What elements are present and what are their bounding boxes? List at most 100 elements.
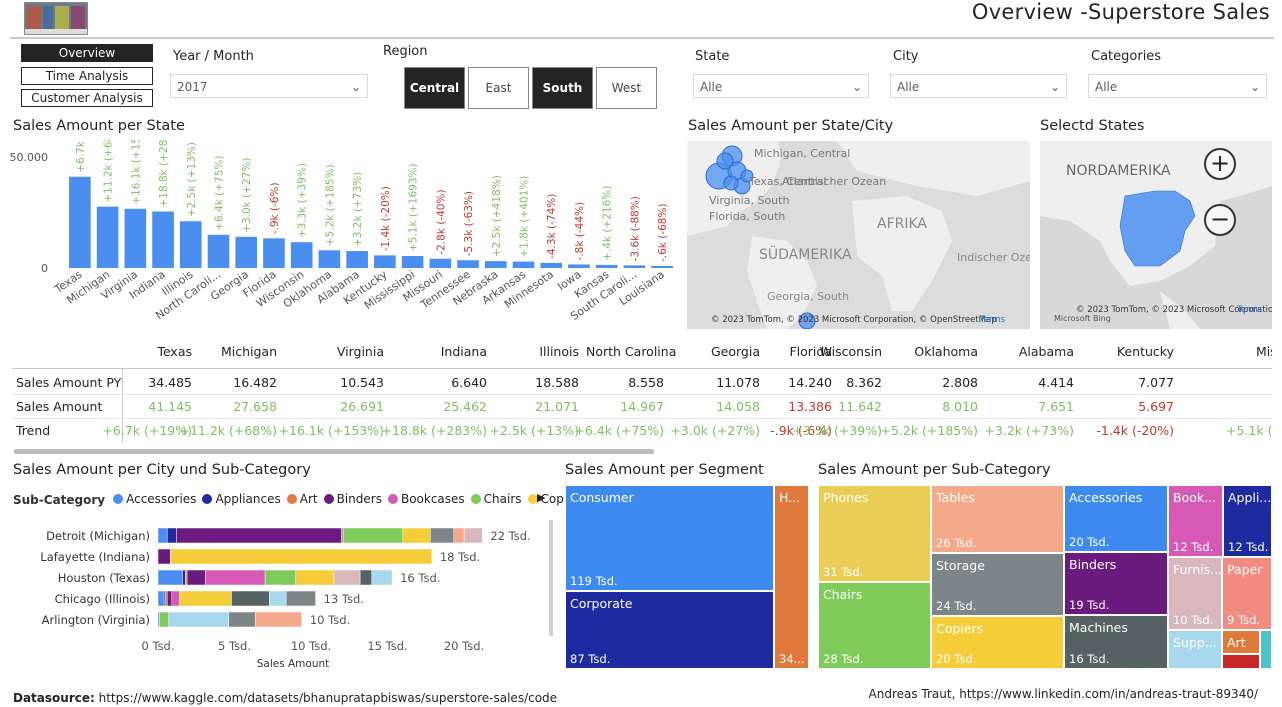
city-bar-segment[interactable]: [166, 527, 177, 544]
region-south-button[interactable]: South: [532, 67, 593, 109]
subcat-tile-chairs[interactable]: Chairs 28 Tsd.: [818, 582, 931, 669]
state-bar[interactable]: [374, 255, 396, 268]
city-bar-segment[interactable]: [453, 527, 465, 544]
city-bar-segment[interactable]: [157, 527, 168, 544]
city-bar-segment[interactable]: [463, 527, 483, 544]
zoom-out-icon[interactable]: −: [1204, 204, 1236, 236]
matrix-column-header[interactable]: Georgia: [682, 344, 760, 359]
state-bar[interactable]: [540, 262, 563, 268]
subcat-tile-paper[interactable]: Paper 9 Tsd.: [1222, 557, 1272, 630]
datasource-link[interactable]: https://www.kaggle.com/datasets/bhanupra…: [99, 691, 557, 705]
subcat-tile-copiers[interactable]: Copiers 20 Tsd.: [931, 616, 1064, 669]
subcat-tile-storage[interactable]: Storage 24 Tsd.: [931, 553, 1064, 616]
legend-next-arrow-icon[interactable]: ▶: [537, 491, 545, 504]
subcat-tile-envelopes[interactable]: [1260, 630, 1272, 669]
categories-dropdown[interactable]: Alle ⌄: [1088, 74, 1267, 98]
city-bar-segment[interactable]: [285, 590, 316, 607]
matrix-column-header[interactable]: Kentucky: [1096, 344, 1174, 359]
segment-tile-home-office[interactable]: H... 34...: [774, 485, 809, 669]
state-bar[interactable]: [69, 176, 91, 268]
state-bar[interactable]: [595, 264, 618, 268]
city-bar-segment[interactable]: [157, 590, 165, 607]
city-bar-segment[interactable]: [171, 590, 180, 607]
state-bar[interactable]: [651, 266, 673, 268]
state-bar[interactable]: [401, 256, 424, 268]
city-bar-segment[interactable]: [157, 548, 171, 565]
segment-tile-consumer[interactable]: Consumer 119 Tsd.: [565, 485, 774, 591]
subcat-tile-appliances[interactable]: Appli... 12 Tsd.: [1223, 485, 1272, 557]
city-bar-segment[interactable]: [166, 590, 173, 607]
legend-item[interactable]: Accessories: [113, 492, 196, 506]
state-bar[interactable]: [179, 221, 202, 268]
matrix-column-header[interactable]: Michigan: [199, 344, 277, 359]
city-bar-segment[interactable]: [168, 611, 229, 628]
nav-overview-button[interactable]: Overview: [21, 44, 153, 62]
legend-item[interactable]: Binders: [323, 492, 382, 506]
city-bar-segment[interactable]: [182, 569, 186, 586]
city-bar-segment[interactable]: [402, 527, 431, 544]
city-bar-segment[interactable]: [269, 590, 287, 607]
matrix-column-header[interactable]: Virginia: [306, 344, 384, 359]
state-bar[interactable]: [263, 238, 285, 268]
city-bar-segment[interactable]: [179, 590, 232, 607]
chart-scrollbar[interactable]: [549, 520, 553, 636]
state-bar[interactable]: [124, 208, 147, 268]
state-bar[interactable]: [152, 211, 174, 268]
state-bar[interactable]: [484, 261, 507, 268]
legend-item[interactable]: Art: [286, 492, 318, 506]
region-west-button[interactable]: West: [596, 67, 657, 109]
subcat-tile-tables[interactable]: Tables 26 Tsd.: [931, 485, 1064, 553]
city-bar-segment[interactable]: [295, 569, 335, 586]
city-bar-segment[interactable]: [186, 569, 206, 586]
city-bar-segment[interactable]: [371, 569, 393, 586]
state-bar[interactable]: [429, 258, 452, 268]
city-bar-segment[interactable]: [231, 590, 270, 607]
state-bar[interactable]: [346, 251, 368, 268]
state-bar[interactable]: [623, 265, 646, 268]
city-bar-segment[interactable]: [264, 569, 296, 586]
city-bar-segment[interactable]: [205, 569, 266, 586]
subcat-tile-bookcases[interactable]: Book... 12 Tsd.: [1168, 485, 1223, 557]
state-bar[interactable]: [290, 242, 313, 268]
state-bar[interactable]: [235, 236, 258, 268]
map2-terms-link[interactable]: Terms: [1236, 305, 1263, 315]
footer-author[interactable]: Andreas Traut, https://www.linkedin.com/…: [869, 687, 1258, 701]
legend-item[interactable]: Chairs: [470, 492, 522, 506]
state-bar[interactable]: [96, 206, 119, 268]
city-bar-segment[interactable]: [157, 569, 183, 586]
state-bar[interactable]: [568, 264, 590, 268]
city-dropdown[interactable]: Alle ⌄: [890, 74, 1067, 98]
city-bar-segment[interactable]: [342, 527, 404, 544]
city-bar-segment[interactable]: [176, 527, 342, 544]
matrix-scrollbar[interactable]: [14, 449, 654, 454]
matrix-column-header[interactable]: Indiana: [409, 344, 487, 359]
city-bar-segment[interactable]: [159, 611, 169, 628]
state-dropdown[interactable]: Alle ⌄: [693, 74, 869, 98]
matrix-column-header[interactable]: North Carolina: [586, 344, 676, 359]
matrix-column-header[interactable]: Alabama: [996, 344, 1074, 359]
region-central-button[interactable]: Central: [404, 67, 465, 109]
zoom-in-icon[interactable]: +: [1204, 148, 1236, 180]
city-bar-segment[interactable]: [254, 611, 303, 628]
legend-item[interactable]: Appliances: [202, 492, 281, 506]
state-bar[interactable]: [457, 260, 479, 268]
subcat-tile-fasteners[interactable]: [1222, 654, 1260, 669]
state-bar[interactable]: [207, 234, 230, 268]
city-bar-segment[interactable]: [430, 527, 454, 544]
subcat-tile-accessories[interactable]: Accessories 20 Tsd.: [1064, 485, 1168, 552]
state-bar[interactable]: [318, 250, 341, 268]
subcat-tile-supplies[interactable]: Supp...: [1168, 630, 1222, 669]
region-east-button[interactable]: East: [468, 67, 529, 109]
year-month-dropdown[interactable]: 2017 ⌄: [170, 74, 368, 98]
state-city-bubble-map[interactable]: Michigan, Central Texas, Central Virgini…: [687, 141, 1030, 329]
matrix-column-header[interactable]: Wisconsin: [804, 344, 882, 359]
selected-states-map[interactable]: NORDAMERIKA © 2023 TomTom, © 2023 Micros…: [1040, 141, 1272, 329]
matrix-column-header[interactable]: Texas: [114, 344, 192, 359]
subcat-tile-furnishings[interactable]: Furnis... 10 Tsd.: [1168, 557, 1222, 630]
state-bar[interactable]: [512, 261, 535, 268]
matrix-column-header[interactable]: Illinois: [501, 344, 579, 359]
city-bar-segment[interactable]: [333, 569, 361, 586]
matrix-column-header[interactable]: Oklahoma: [900, 344, 978, 359]
matrix-column-header[interactable]: Miss: [1256, 344, 1272, 359]
nav-customer-analysis-button[interactable]: Customer Analysis: [21, 89, 153, 107]
